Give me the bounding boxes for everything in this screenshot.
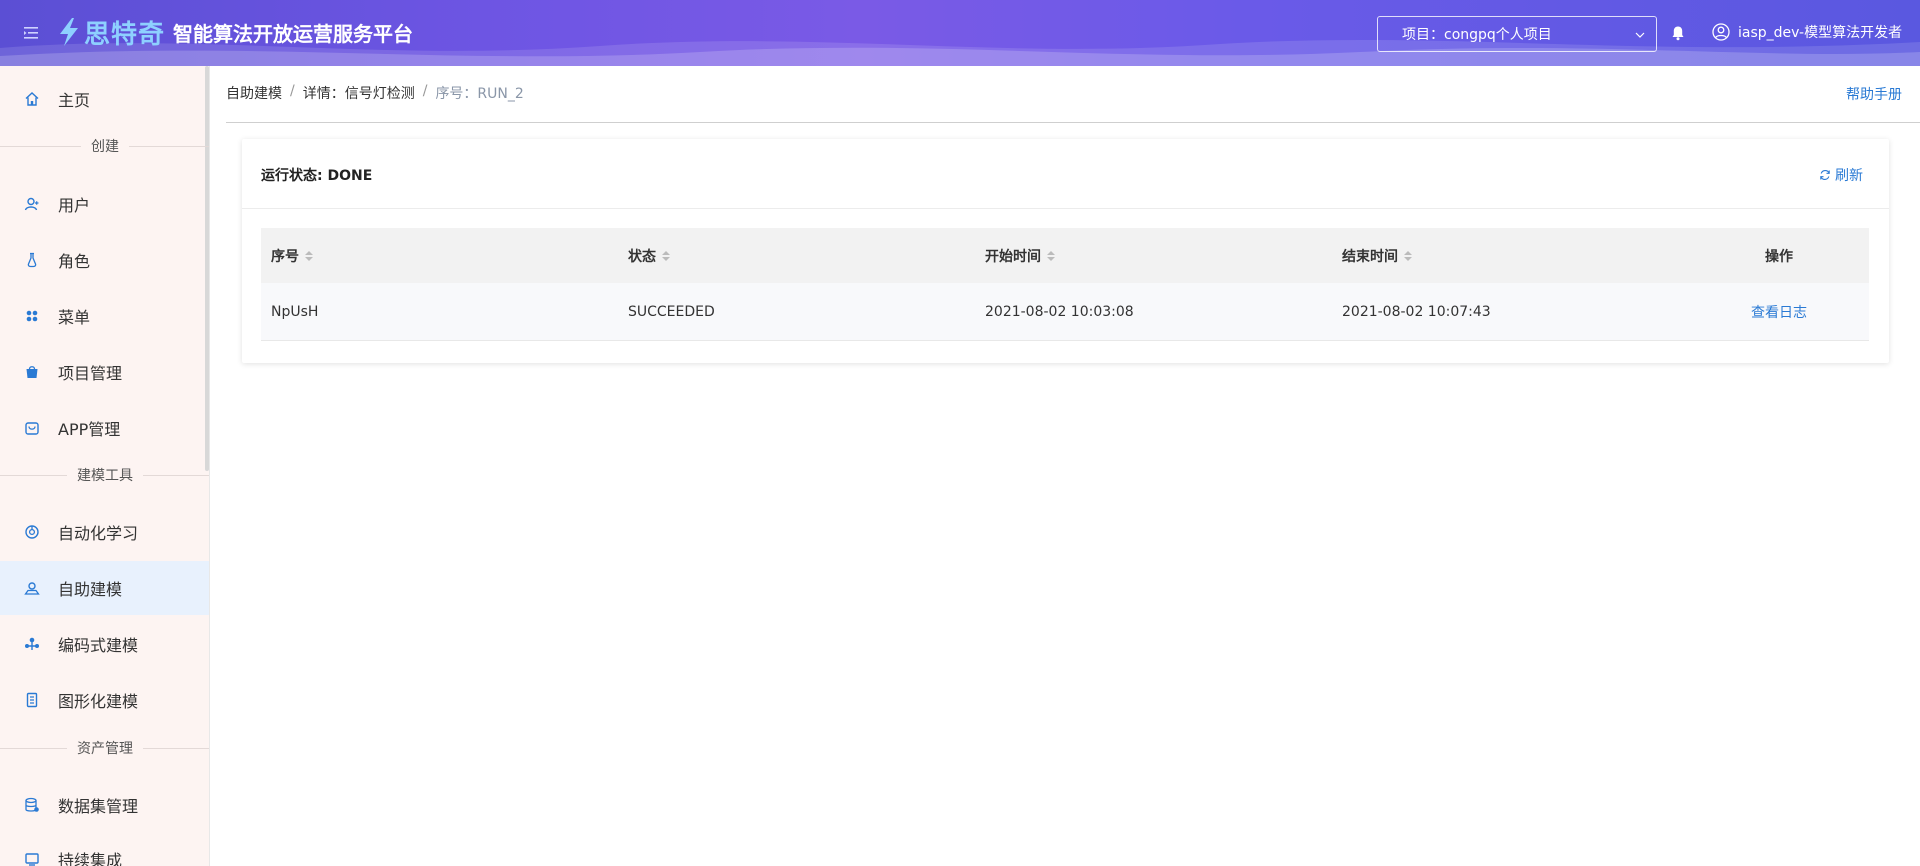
top-header: 思特奇 智能算法开放运营服务平台 项目：congpq个人项目 iasp_dev-… [0, 0, 1920, 66]
sidebar-item-label: 自动化学习 [58, 524, 139, 543]
breadcrumb-separator: / [422, 83, 428, 99]
sidebar-item-label: 菜单 [58, 308, 91, 327]
brand-name: 思特奇 [84, 19, 166, 50]
column-header-end-time[interactable]: 结束时间 [1332, 246, 1689, 266]
nav-group-modeling-tools: 建模工具 [0, 465, 209, 485]
sort-icon[interactable] [1047, 250, 1055, 261]
view-log-link[interactable]: 查看日志 [1751, 302, 1807, 322]
sidebar-item-role[interactable]: 角色 [0, 233, 209, 287]
sidebar-item-label: 数据集管理 [58, 797, 139, 816]
home-icon [25, 92, 39, 106]
sidebar-item-label: 图形化建模 [58, 692, 139, 711]
sidebar-item-dataset[interactable]: 数据集管理 [0, 778, 209, 832]
cell-action: 查看日志 [1689, 302, 1869, 322]
run-status-card: 运行状态: DONE 刷新 序号 状态 开始时间 结束时间 操作 NpUsH S… [242, 139, 1889, 363]
sidebar-item-label: 编码式建模 [58, 636, 139, 655]
user-avatar-icon [1712, 23, 1730, 41]
role-icon [27, 252, 37, 268]
sidebar-item-label: 持续集成 [58, 851, 123, 866]
refresh-button[interactable]: 刷新 [1819, 165, 1863, 185]
sidebar-item-label: 用户 [58, 196, 91, 215]
cell-status: SUCCEEDED [628, 303, 715, 320]
sidebar-item-menu[interactable]: 菜单 [0, 289, 209, 343]
ci-icon [25, 853, 39, 866]
sidebar-item-label: 主页 [58, 91, 91, 110]
breadcrumb-separator: / [290, 83, 295, 99]
sidebar-item-self-modeling[interactable]: 自助建模 [0, 561, 209, 615]
column-header-start-time[interactable]: 开始时间 [975, 246, 1332, 266]
cell-end-time: 2021-08-02 10:07:43 [1342, 303, 1491, 320]
project-select[interactable]: 项目：congpq个人项目 [1377, 16, 1657, 52]
refresh-icon [1820, 170, 1830, 180]
self-modeling-icon [24, 582, 40, 595]
column-header-status[interactable]: 状态 [618, 246, 975, 266]
user-icon [24, 197, 39, 211]
graph-modeling-icon [26, 692, 38, 708]
sidebar-item-project[interactable]: 项目管理 [0, 345, 209, 399]
breadcrumb-item-self-modeling[interactable]: 自助建模 [226, 83, 282, 103]
user-menu[interactable]: iasp_dev-模型算法开发者 [1712, 22, 1902, 42]
run-status-title: 运行状态: DONE [261, 168, 373, 184]
refresh-label: 刷新 [1835, 168, 1863, 184]
sidebar-item-automl[interactable]: 自动化学习 [0, 505, 209, 559]
project-icon [26, 366, 38, 378]
sidebar-item-label: 自助建模 [58, 580, 123, 599]
help-manual-link[interactable]: 帮助手册 [1846, 84, 1902, 104]
sidebar-item-code-modeling[interactable]: 编码式建模 [0, 617, 209, 671]
logo-bolt-icon [60, 18, 78, 46]
sidebar: 主页 创建 用户 角色 菜单 项目管理 APP管理 建模工具 自动化学习 自助建… [0, 66, 210, 866]
column-header-action: 操作 [1765, 248, 1793, 265]
sidebar-item-label: 项目管理 [58, 364, 123, 383]
cell-id: NpUsH [271, 303, 319, 320]
card-header: 运行状态: DONE 刷新 [242, 139, 1889, 209]
dataset-icon [25, 797, 39, 812]
user-name: iasp_dev-模型算法开发者 [1738, 25, 1903, 41]
runs-table: 序号 状态 开始时间 结束时间 操作 NpUsH SUCCEEDED 2021-… [261, 228, 1869, 341]
app-icon [25, 422, 39, 435]
table-row: NpUsH SUCCEEDED 2021-08-02 10:03:08 2021… [261, 283, 1869, 341]
chevron-down-icon [1635, 32, 1645, 38]
sort-icon[interactable] [1404, 250, 1412, 261]
automl-icon [25, 525, 39, 539]
nav-group-asset-management: 资产管理 [0, 738, 209, 758]
nav-group-create: 创建 [0, 136, 209, 156]
bell-icon[interactable] [1670, 25, 1686, 41]
code-modeling-icon [25, 637, 39, 650]
sidebar-item-ci[interactable]: 持续集成 [0, 832, 209, 866]
table-header: 序号 状态 开始时间 结束时间 操作 [261, 228, 1869, 283]
breadcrumb-item-current: 序号：RUN_2 [435, 86, 524, 102]
sidebar-item-user[interactable]: 用户 [0, 177, 209, 231]
sort-icon[interactable] [305, 250, 313, 261]
sidebar-item-home[interactable]: 主页 [0, 72, 209, 126]
breadcrumb: 自助建模 / 详情：信号灯检测 / 序号：RUN_2 [226, 83, 524, 103]
column-header-id[interactable]: 序号 [261, 246, 618, 266]
sidebar-item-graph-modeling[interactable]: 图形化建模 [0, 673, 209, 727]
logo: 思特奇 智能算法开放运营服务平台 [56, 14, 413, 50]
menu-icon [26, 310, 38, 322]
sidebar-item-label: APP管理 [58, 420, 121, 439]
platform-title: 智能算法开放运营服务平台 [173, 21, 414, 46]
menu-toggle-icon[interactable] [22, 23, 42, 43]
breadcrumb-item-detail[interactable]: 详情：信号灯检测 [303, 83, 415, 103]
project-select-value: 项目：congpq个人项目 [1402, 27, 1552, 43]
sort-icon[interactable] [662, 250, 670, 261]
cell-start-time: 2021-08-02 10:03:08 [985, 303, 1134, 320]
breadcrumb-divider [226, 122, 1920, 123]
sidebar-item-app[interactable]: APP管理 [0, 401, 209, 455]
sidebar-item-label: 角色 [58, 252, 91, 271]
